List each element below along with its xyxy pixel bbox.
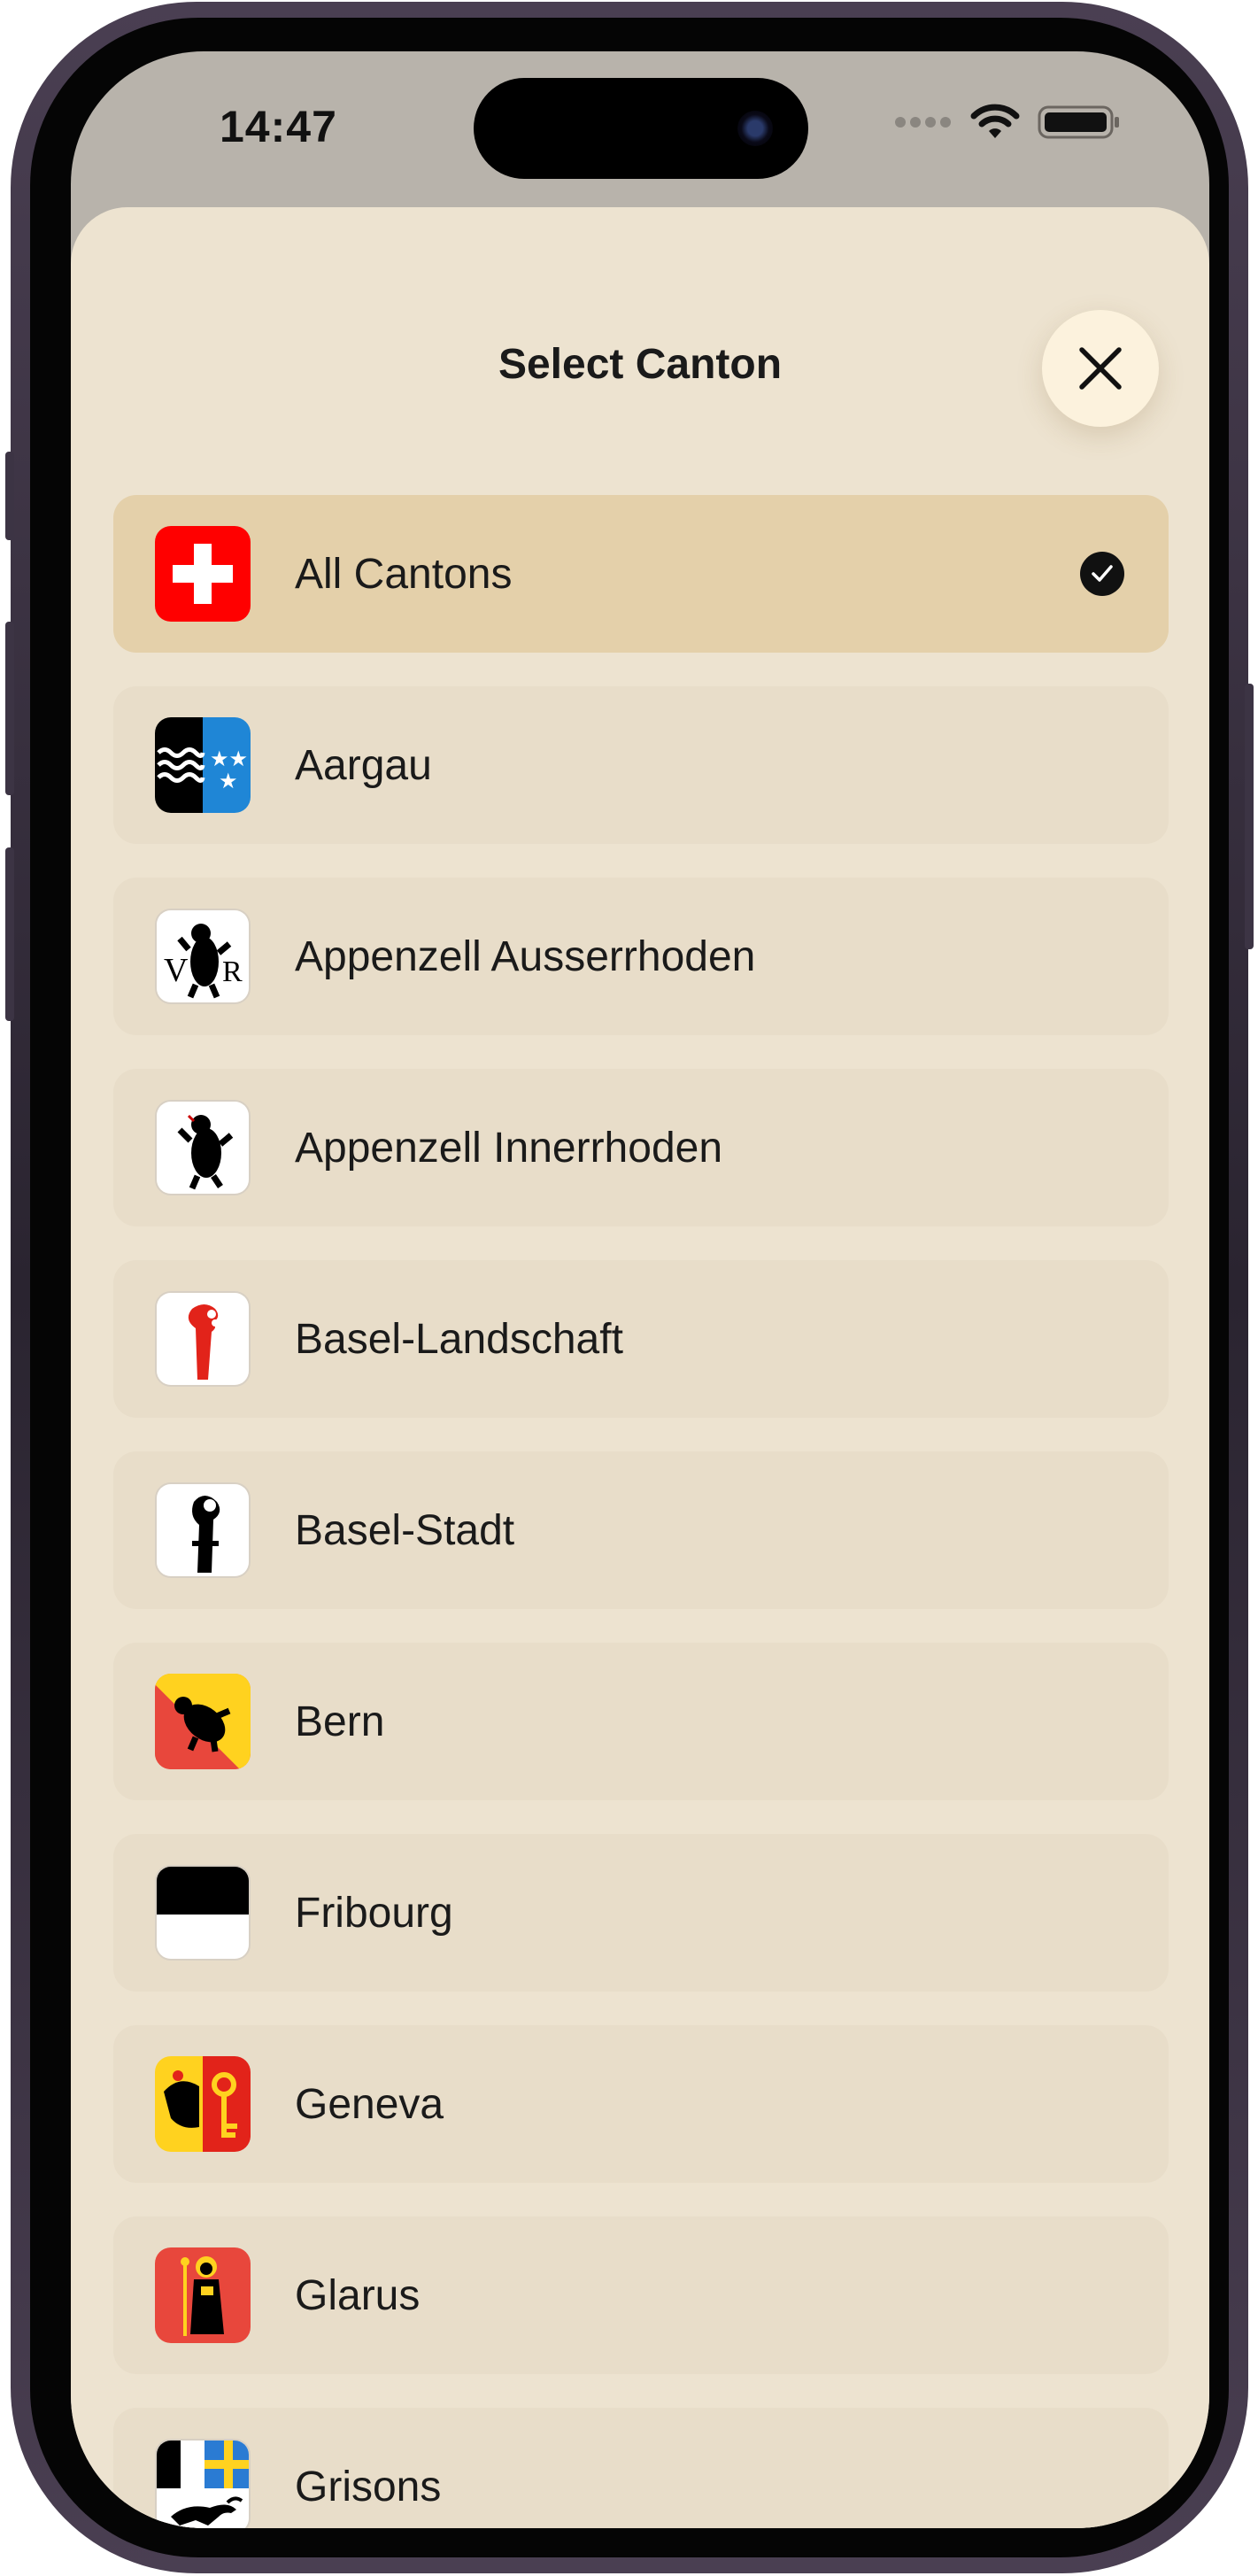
- canton-row-aargau[interactable]: ★★ ★ Aargau: [113, 686, 1169, 844]
- appenzell-innerrhoden-flag-icon: [155, 1100, 251, 1195]
- canton-label: Appenzell Innerrhoden: [295, 1124, 723, 1172]
- svg-text:★★: ★★: [210, 746, 248, 771]
- status-time: 14:47: [220, 102, 337, 151]
- camera-icon: [737, 111, 773, 146]
- canton-label: Aargau: [295, 741, 432, 789]
- canton-label: Basel-Stadt: [295, 1506, 515, 1554]
- power-button: [1245, 684, 1254, 949]
- canton-list: All Cantons ★★ ★ Aargau V R Appenzell Au…: [113, 495, 1169, 2528]
- dynamic-island: [474, 78, 808, 179]
- wifi-icon: [970, 104, 1020, 138]
- battery-icon: [1038, 105, 1119, 139]
- bern-flag-icon: [155, 1674, 251, 1769]
- glarus-flag-icon: [155, 2247, 251, 2343]
- canton-row-grisons[interactable]: Grisons: [113, 2408, 1169, 2528]
- close-icon: [1079, 347, 1122, 390]
- checkmark-icon: [1080, 552, 1124, 596]
- canton-row-appenzell-ausserrhoden[interactable]: V R Appenzell Ausserrhoden: [113, 878, 1169, 1035]
- close-button[interactable]: [1042, 310, 1159, 427]
- volume-up-button: [5, 622, 14, 795]
- canton-row-fribourg[interactable]: Fribourg: [113, 1834, 1169, 1992]
- svg-text:R: R: [222, 955, 243, 988]
- basel-landschaft-flag-icon: [155, 1291, 251, 1387]
- svg-text:★: ★: [219, 769, 238, 793]
- aargau-flag-icon: ★★ ★: [155, 717, 251, 813]
- canton-row-glarus[interactable]: Glarus: [113, 2216, 1169, 2374]
- volume-down-button: [5, 847, 14, 1021]
- appenzell-ausserrhoden-flag-icon: V R: [155, 909, 251, 1004]
- canton-label: Grisons: [295, 2463, 442, 2510]
- fribourg-flag-icon: [155, 1865, 251, 1961]
- canton-row-basel-stadt[interactable]: Basel-Stadt: [113, 1451, 1169, 1609]
- geneva-flag-icon: [155, 2056, 251, 2152]
- screen: 14:47 Select Canton All Cantons ★★ ★ Aar…: [71, 51, 1209, 2528]
- canton-row-bern[interactable]: Bern: [113, 1643, 1169, 1800]
- canton-label: Basel-Landschaft: [295, 1315, 623, 1363]
- device-frame: 14:47 Select Canton All Cantons ★★ ★ Aar…: [5, 2, 1254, 2573]
- svg-text:V: V: [164, 952, 189, 989]
- select-canton-sheet: Select Canton All Cantons ★★ ★ Aargau V …: [71, 207, 1209, 2528]
- canton-label: Fribourg: [295, 1889, 453, 1937]
- canton-row-all-cantons[interactable]: All Cantons: [113, 495, 1169, 653]
- canton-label: Bern: [295, 1698, 385, 1745]
- cellular-signal-icon: [895, 117, 951, 128]
- action-button: [5, 452, 14, 540]
- canton-row-geneva[interactable]: Geneva: [113, 2025, 1169, 2183]
- status-bar: 14:47: [71, 51, 1209, 211]
- canton-label: All Cantons: [295, 550, 513, 598]
- canton-label: Glarus: [295, 2271, 421, 2319]
- grisons-flag-icon: [155, 2439, 251, 2528]
- sheet-title: Select Canton: [498, 341, 783, 388]
- canton-label: Geneva: [295, 2080, 444, 2128]
- status-icons: [894, 104, 1121, 140]
- canton-row-appenzell-innerrhoden[interactable]: Appenzell Innerrhoden: [113, 1069, 1169, 1226]
- basel-stadt-flag-icon: [155, 1482, 251, 1578]
- switzerland-flag-icon: [155, 526, 251, 622]
- canton-row-basel-landschaft[interactable]: Basel-Landschaft: [113, 1260, 1169, 1418]
- canton-label: Appenzell Ausserrhoden: [295, 932, 756, 980]
